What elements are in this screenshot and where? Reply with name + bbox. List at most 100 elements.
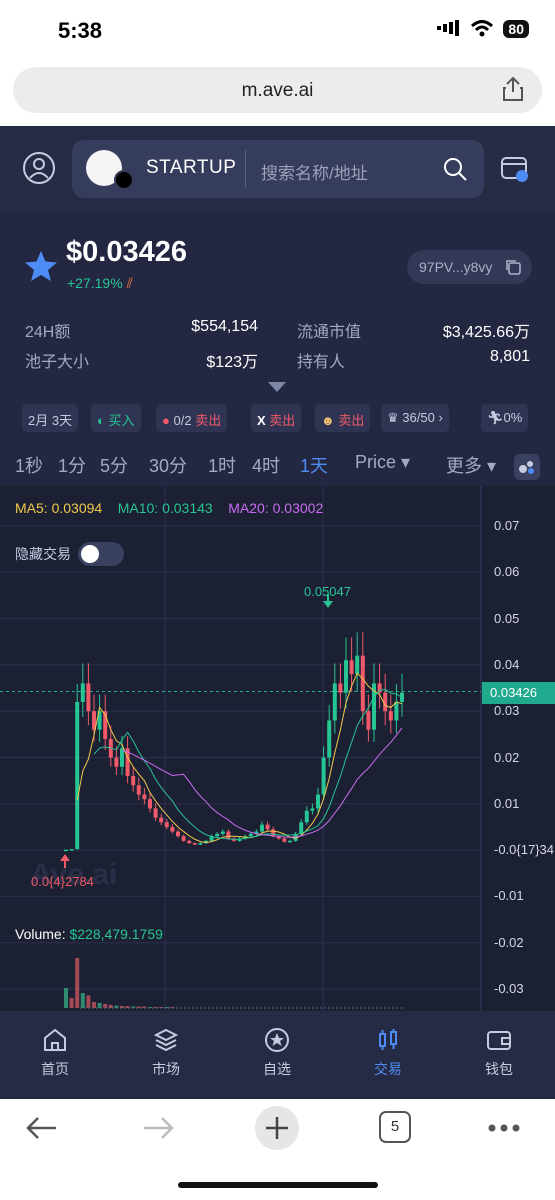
price-dropdown[interactable]: Price ▾: [355, 452, 410, 473]
y-tick-label: 0.01: [494, 795, 520, 811]
timeframe-30m[interactable]: 30分: [149, 452, 187, 478]
timeframe-4h[interactable]: 4时: [252, 452, 280, 478]
price-change-value: +27.19%: [67, 275, 123, 291]
y-tick-label: 0.05: [494, 610, 520, 626]
more-dropdown[interactable]: 更多 ▾: [446, 452, 496, 478]
favorite-star-icon[interactable]: [24, 250, 58, 282]
candle-body: [299, 822, 304, 834]
expand-details-icon[interactable]: [268, 382, 286, 392]
ma10-label: MA10: 0.03143: [117, 500, 213, 516]
timeframe-1m[interactable]: 1分: [58, 452, 86, 478]
candle-body: [316, 794, 320, 809]
y-tick-label: 0.07: [494, 518, 520, 533]
solana-chain-icon: [114, 170, 134, 190]
candle-body: [170, 826, 175, 832]
more-dropdown-label: 更多: [446, 456, 482, 476]
ma20-label: MA20: 0.03002: [228, 500, 324, 516]
candle-body: [153, 808, 158, 818]
candle-body: [271, 829, 276, 837]
buy-tag-label: 买入: [108, 413, 135, 428]
more-options-icon[interactable]: [487, 1123, 521, 1133]
url-text: m.ave.ai: [241, 80, 314, 101]
candle-body: [198, 843, 203, 845]
search-icon[interactable]: [442, 156, 468, 182]
contract-address-button[interactable]: 97PV...y8vy: [407, 250, 532, 284]
buy-tag[interactable]: ◐ 买入: [91, 404, 141, 432]
candle-body: [131, 776, 136, 786]
candle-body: [114, 757, 119, 767]
token-search-bar[interactable]: STARTUP 搜索名称/地址: [72, 140, 484, 198]
new-tab-icon[interactable]: [254, 1105, 300, 1151]
sell-tax-tag[interactable]: ● 0/2 卖出: [156, 404, 228, 432]
dev-sell-tag[interactable]: ☻ 卖出: [315, 404, 371, 432]
share-icon[interactable]: [502, 76, 524, 102]
profile-icon[interactable]: [22, 151, 56, 185]
timeframe-1d[interactable]: 1天: [300, 452, 328, 478]
price-chart[interactable]: Ave.ai MA5: 0.03094 MA10: 0.03143 MA20: …: [0, 486, 555, 1011]
copy-icon[interactable]: [504, 258, 522, 276]
candle-body: [394, 701, 399, 721]
candle-body: [388, 711, 393, 721]
indicator-settings-icon[interactable]: [514, 454, 540, 480]
x-sell-tag[interactable]: X 卖出: [251, 404, 302, 432]
home-indicator: [178, 1182, 378, 1188]
search-input[interactable]: 搜索名称/地址: [261, 159, 368, 184]
candle-body: [220, 831, 225, 834]
nav-market[interactable]: 市场: [126, 1027, 206, 1079]
pool-size-label: 池子大小: [25, 354, 90, 371]
high-marker-label: 0.05047: [304, 584, 351, 599]
tab-count-button[interactable]: 5: [379, 1111, 411, 1143]
holders-value: 8,801: [489, 348, 530, 365]
back-arrow-icon[interactable]: [24, 1113, 58, 1143]
nav-trade-label: 交易: [374, 1061, 402, 1077]
browser-url-bar: m.ave.ai: [0, 62, 555, 126]
nav-watchlist[interactable]: 自选: [237, 1027, 317, 1079]
candle-body: [64, 849, 68, 852]
sell-count: 0/2: [173, 413, 192, 428]
address-field[interactable]: m.ave.ai: [13, 67, 542, 113]
dev-avatar-icon: ☻: [321, 413, 335, 428]
toggle-knob: [81, 545, 99, 563]
candle-body: [120, 748, 124, 767]
candle-body: [265, 824, 270, 830]
forward-arrow-icon[interactable]: [142, 1113, 176, 1143]
candle-body: [321, 757, 326, 795]
rank-tag[interactable]: ♛ 36/50 ›: [381, 404, 449, 432]
timeframe-1h[interactable]: 1时: [208, 452, 236, 478]
candle-body: [176, 831, 180, 837]
nav-wallet[interactable]: 钱包: [459, 1027, 539, 1079]
candle-body: [192, 843, 197, 845]
y-tick-label: -0.0{17}34: [494, 842, 555, 858]
nav-home[interactable]: 首页: [15, 1027, 95, 1079]
candle-body: [282, 838, 287, 842]
status-bar: 5:38 80: [0, 0, 555, 62]
wallet-connect-icon[interactable]: [500, 154, 530, 184]
y-tick-label: -0.03: [494, 981, 524, 996]
volume-bar: [69, 998, 74, 1008]
nav-home-label: 首页: [41, 1061, 69, 1077]
clock: 5:38: [58, 18, 103, 43]
crown-icon: ♛: [387, 410, 399, 425]
volume-bar: [97, 1003, 102, 1008]
signal-icon: [437, 20, 460, 36]
timeframe-5m[interactable]: 5分: [100, 452, 128, 478]
timeframe-1s[interactable]: 1秒: [15, 452, 43, 478]
layers-icon: [153, 1028, 179, 1052]
run-tag[interactable]: 🏃︎0%: [481, 404, 529, 432]
nav-trade[interactable]: 交易: [348, 1027, 428, 1079]
hide-trades-toggle[interactable]: [78, 542, 124, 566]
hide-trades-label: 隐藏交易: [15, 546, 71, 562]
candle-body: [148, 799, 152, 809]
candle-body: [332, 683, 337, 721]
ma20-line: [121, 727, 403, 838]
chevron-down-icon: ▾: [401, 452, 411, 472]
ma-legend: MA5: 0.03094 MA10: 0.03143 MA20: 0.03002: [15, 500, 323, 516]
candle-body: [344, 660, 348, 693]
money-bag-icon: ●: [162, 413, 170, 428]
ma10-line: [93, 688, 403, 840]
volume-bar: [86, 995, 91, 1008]
token-name: STARTUP: [146, 157, 237, 178]
volume-value: $228,479.1759: [69, 926, 163, 942]
star-circle-icon: [265, 1028, 289, 1052]
volume-24h-label: 24H额: [25, 324, 71, 341]
